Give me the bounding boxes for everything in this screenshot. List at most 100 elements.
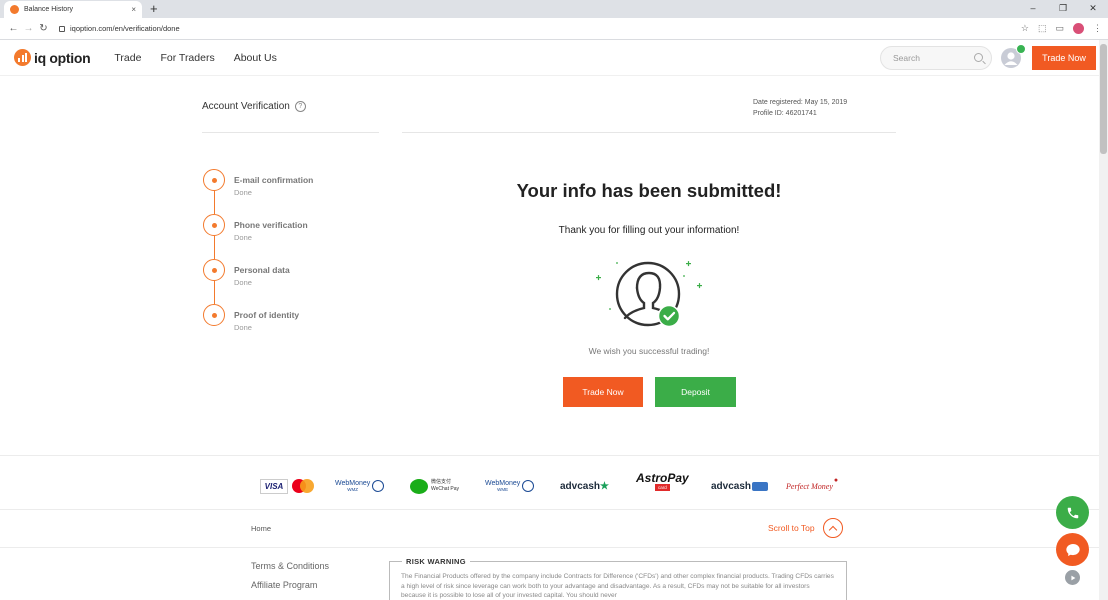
wechat-en-text: WeChat Pay [431, 486, 459, 492]
step-title: Personal data [234, 265, 290, 275]
card-icon [752, 481, 769, 491]
cast-icon[interactable]: ▭ [1055, 23, 1064, 34]
star-icon[interactable]: ☆ [1021, 23, 1029, 34]
step-dot-icon [203, 259, 225, 281]
terms-link[interactable]: Terms & Conditions [251, 561, 329, 571]
reload-icon[interactable]: ↻ [36, 23, 51, 34]
menu-icon[interactable]: ⋮ [1093, 23, 1102, 34]
back-icon[interactable]: ← [6, 23, 21, 34]
tab-title: Balance History [24, 6, 74, 13]
wish-message: We wish you successful trading! [588, 346, 710, 356]
risk-warning: RISK WARNING The Financial Products offe… [389, 557, 847, 600]
forward-icon[interactable]: → [21, 23, 36, 34]
wme-text: WME [497, 487, 509, 492]
perfect-money-text: Perfect Money [786, 481, 833, 491]
help-icon[interactable]: ? [294, 101, 306, 112]
address-bar: ← → ↻ iqoption.com/en/verification/done … [0, 18, 1108, 40]
advcash-text: advcash [560, 480, 601, 492]
thanks-message: Thank you for filling out your informati… [558, 225, 740, 236]
logo[interactable]: iq option [14, 49, 91, 66]
risk-warning-text: The Financial Products offered by the co… [401, 573, 834, 599]
affiliate-link[interactable]: Affiliate Program [251, 580, 317, 590]
nav-item-trade[interactable]: Trade [114, 52, 141, 64]
favicon-icon [10, 5, 19, 14]
step-status: Done [234, 233, 252, 242]
nav-item-about-us[interactable]: About Us [234, 52, 277, 64]
submitted-headline: Your info has been submitted! [516, 180, 782, 201]
phone-icon [1067, 507, 1078, 518]
step-status: Done [234, 278, 252, 287]
url-field[interactable]: iqoption.com/en/verification/done [59, 24, 1021, 33]
nav-item-for-traders[interactable]: For Traders [160, 52, 214, 64]
divider [402, 132, 896, 133]
visa-logo: VISA [260, 478, 288, 494]
browser-tab[interactable]: Balance History × [4, 1, 142, 18]
account-verification-title: Account Verification [202, 101, 290, 112]
step-title: Phone verification [234, 220, 308, 230]
page-title: Account Verification ? [202, 101, 306, 112]
wmz-text: WMZ [347, 487, 359, 492]
tab-close-icon[interactable]: × [131, 5, 136, 14]
perfect-money-logo: Perfect Money ● [786, 476, 839, 491]
star-icon: ★ [600, 480, 609, 492]
step-connector [213, 190, 215, 214]
url-text: iqoption.com/en/verification/done [70, 24, 180, 33]
chat-icon [1065, 543, 1080, 556]
new-tab-button[interactable]: + [150, 1, 158, 17]
page-scrollbar[interactable] [1099, 40, 1108, 600]
search-placeholder: Search [893, 52, 920, 63]
astropay-card-text: card [654, 484, 670, 491]
avatar[interactable] [1001, 43, 1026, 68]
deposit-button[interactable]: Deposit [655, 377, 736, 407]
account-meta: Date registered: May 15, 2019 Profile ID… [753, 97, 847, 119]
date-registered: Date registered: May 15, 2019 [753, 99, 848, 106]
step-status: Done [234, 323, 252, 332]
profile-icon[interactable] [1073, 23, 1084, 34]
wechat-pay-logo: 微信支付 WeChat Pay [410, 476, 459, 496]
trade-now-header-button[interactable]: Trade Now [1032, 45, 1096, 70]
globe-icon [372, 480, 385, 492]
astropay-logo: AstroPay card [636, 472, 689, 496]
search-input[interactable]: Search [880, 45, 992, 70]
scrollbar-thumb[interactable] [1100, 44, 1107, 154]
profile-id: Profile ID: 46201741 [753, 110, 817, 117]
globe-icon [522, 480, 535, 492]
browser-tab-bar: Balance History × + – ❐ ✕ [0, 0, 1108, 18]
breadcrumb-home[interactable]: Home [251, 524, 271, 533]
close-window-button[interactable]: ✕ [1078, 0, 1108, 18]
step-dot-icon [203, 169, 225, 191]
call-button[interactable] [1056, 496, 1089, 529]
visa-mastercard-logo: VISA [260, 476, 316, 496]
divider [202, 132, 379, 133]
verified-badge-icon [1016, 43, 1026, 54]
mastercard-icon [292, 478, 316, 494]
chevron-up-icon [822, 518, 843, 538]
trade-now-button[interactable]: Trade Now [563, 377, 643, 407]
advcash-logo: advcash ★ [560, 476, 609, 496]
verified-user-icon [596, 261, 702, 328]
webmoney-wme-logo: WebMoney WME [485, 476, 535, 496]
search-icon[interactable] [974, 53, 983, 62]
play-icon [1070, 575, 1075, 580]
astropay-text: AstroPay [636, 471, 689, 485]
logo-icon [14, 49, 31, 66]
extension-icon[interactable]: ⬚ [1038, 23, 1047, 34]
divider [0, 547, 1099, 548]
logo-text: iq option [34, 49, 91, 66]
chat-button[interactable] [1056, 533, 1089, 566]
step-title: Proof of identity [234, 310, 300, 320]
step-title: E-mail confirmation [234, 175, 314, 185]
scroll-to-top-button[interactable]: Scroll to Top [768, 518, 843, 538]
wechat-cn-text: 微信支付 [431, 479, 452, 485]
step-status: Done [234, 188, 252, 197]
main-nav: Trade For Traders About Us [114, 52, 277, 64]
step-dot-icon [203, 304, 225, 326]
webmoney-wmz-logo: WebMoney WMZ [335, 476, 385, 496]
restore-button[interactable]: ❐ [1048, 0, 1078, 18]
step-connector [213, 280, 215, 304]
minimize-button[interactable]: – [1018, 0, 1048, 18]
advcash-card-logo: advcash [711, 476, 769, 496]
scroll-to-top-label: Scroll to Top [768, 523, 815, 533]
advcash-text: advcash [711, 480, 752, 492]
play-button[interactable] [1065, 570, 1080, 585]
